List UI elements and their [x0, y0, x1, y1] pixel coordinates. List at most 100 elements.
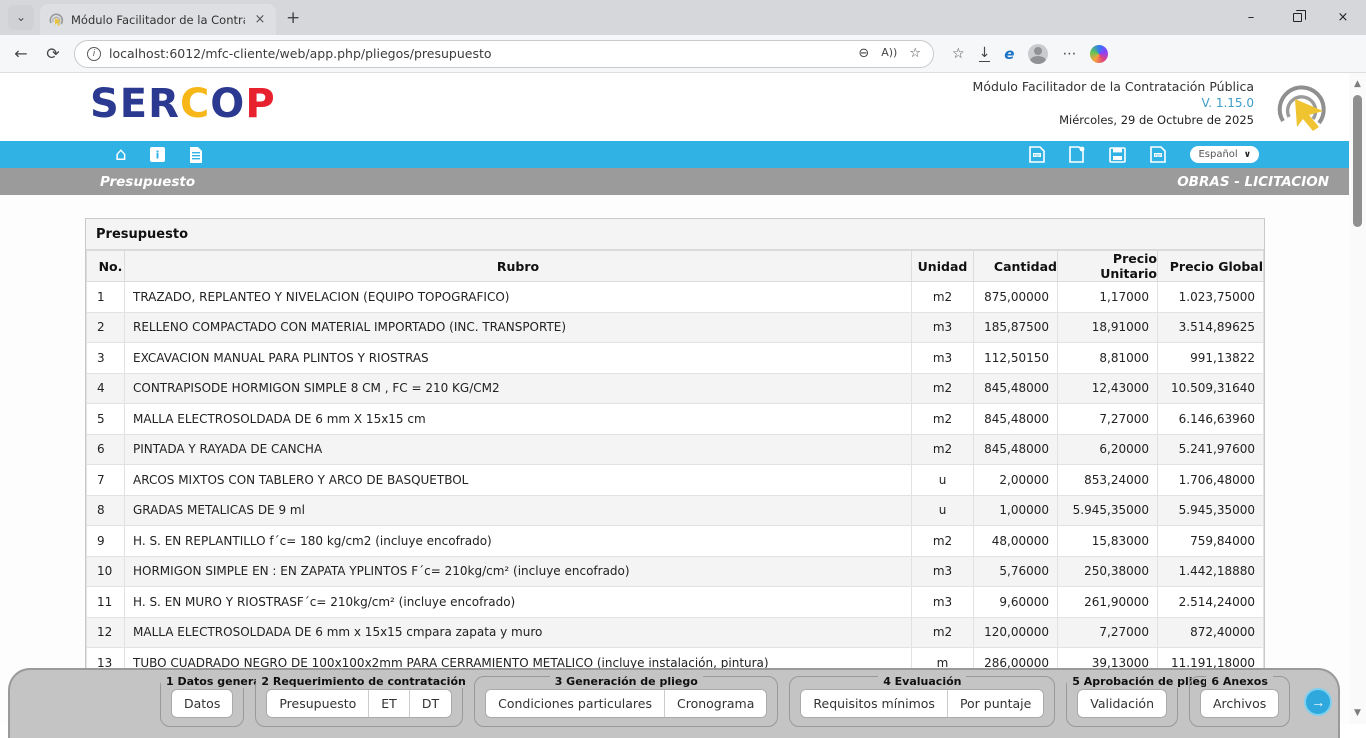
cell-no: 10	[87, 556, 125, 587]
budget-card-title: Presupuesto	[86, 219, 1264, 250]
cell-rubro: TRAZADO, REPLANTEO Y NIVELACION (EQUIPO …	[125, 282, 912, 313]
table-row: 7ARCOS MIXTOS CON TABLERO Y ARCO DE BASQ…	[87, 465, 1264, 496]
save-icon[interactable]	[1109, 147, 1126, 163]
favorite-star-icon[interactable]: ☆	[909, 46, 921, 61]
window-controls: – ×	[1228, 0, 1366, 35]
table-row: 11H. S. EN MURO Y RIOSTRASF´c= 210kg/cm²…	[87, 587, 1264, 618]
wizard-button-group: Datos	[171, 689, 233, 718]
wizard-button-por-puntaje[interactable]: Por puntaje	[947, 690, 1043, 717]
cell-rubro: RELLENO COMPACTADO CON MATERIAL IMPORTAD…	[125, 312, 912, 343]
cell-precio_global: 1.706,48000	[1158, 465, 1264, 496]
new-document-icon[interactable]	[1069, 146, 1085, 163]
cell-precio_global: 5.241,97600	[1158, 434, 1264, 465]
wizard-button-archivos[interactable]: Archivos	[1201, 690, 1278, 717]
wizard-button-condiciones-particulares[interactable]: Condiciones particulares	[486, 690, 664, 717]
wizard-section: 5 Aprobación de pliegosValidación	[1066, 676, 1178, 727]
cell-cantidad: 120,00000	[974, 617, 1058, 648]
back-icon[interactable]: ←	[10, 44, 32, 63]
budget-card: Presupuesto No. Rubro Unidad Cantidad Pr…	[85, 218, 1265, 680]
cell-precio_global: 10.509,31640	[1158, 373, 1264, 404]
cell-precio_global: 6.146,63960	[1158, 404, 1264, 435]
scroll-down-icon[interactable]: ▼	[1352, 708, 1363, 718]
app-version: V. 1.15.0	[973, 96, 1254, 110]
profile-avatar[interactable]	[1028, 44, 1048, 64]
cell-unidad: m2	[912, 373, 974, 404]
cell-precio_global: 1.023,75000	[1158, 282, 1264, 313]
cell-rubro: MALLA ELECTROSOLDADA DE 6 mm X 15x15 cm	[125, 404, 912, 435]
language-select[interactable]: Español ∨	[1190, 146, 1259, 163]
wizard-button-validaci-n[interactable]: Validación	[1078, 690, 1166, 717]
table-row: 10HORMIGON SIMPLE EN : EN ZAPATA YPLINTO…	[87, 556, 1264, 587]
cell-precio_unitario: 5.945,35000	[1058, 495, 1158, 526]
wizard-section: 6 AnexosArchivos	[1189, 676, 1290, 727]
close-window-button[interactable]: ×	[1320, 0, 1366, 35]
copilot-icon[interactable]	[1090, 45, 1108, 63]
cell-cantidad: 48,00000	[974, 526, 1058, 557]
vertical-scrollbar[interactable]: ▲ ▼	[1349, 73, 1366, 724]
home-icon[interactable]: ⌂	[115, 144, 126, 165]
wizard-section-label: 3 Generación de pliego	[475, 670, 777, 689]
cell-cantidad: 845,48000	[974, 434, 1058, 465]
browser-tab-strip: ⌄ Módulo Facilitador de la Contrata × + …	[0, 0, 1366, 35]
wizard-button-datos[interactable]: Datos	[172, 690, 232, 717]
tab-close-icon[interactable]: ×	[252, 12, 268, 27]
wizard-button-et[interactable]: ET	[368, 690, 409, 717]
favorites-list-icon[interactable]: ☆	[952, 46, 965, 62]
logo-o: O	[210, 81, 245, 127]
wizard-section: 4 EvaluaciónRequisitos mínimosPor puntaj…	[789, 676, 1055, 727]
tab-search-button[interactable]: ⌄	[8, 5, 34, 30]
cell-cantidad: 875,00000	[974, 282, 1058, 313]
wizard-button-dt[interactable]: DT	[409, 690, 451, 717]
cell-no: 2	[87, 312, 125, 343]
cell-unidad: u	[912, 465, 974, 496]
cell-rubro: EXCAVACION MANUAL PARA PLINTOS Y RIOSTRA…	[125, 343, 912, 374]
new-tab-button[interactable]: +	[286, 8, 300, 28]
cell-precio_unitario: 250,38000	[1058, 556, 1158, 587]
reload-icon[interactable]: ⟳	[42, 44, 64, 63]
info-icon[interactable]: i	[150, 147, 165, 162]
cell-no: 6	[87, 434, 125, 465]
read-aloud-icon[interactable]: A))	[881, 46, 897, 61]
document-icon[interactable]	[189, 147, 203, 163]
minimize-button[interactable]: –	[1228, 0, 1274, 35]
cell-rubro: H. S. EN MURO Y RIOSTRASF´c= 210kg/cm² (…	[125, 587, 912, 618]
wizard-button-group: Requisitos mínimosPor puntaje	[800, 689, 1044, 718]
wizard-section: 1 Datos generalesDatos	[160, 676, 244, 727]
restore-icon	[1293, 13, 1302, 22]
cell-unidad: m2	[912, 282, 974, 313]
downloads-icon[interactable]: ↓	[979, 45, 991, 62]
pdf-export-icon[interactable]: PDF	[1029, 146, 1045, 163]
section-title-bar: Presupuesto OBRAS - LICITACION	[0, 168, 1349, 195]
wizard-section-label: 6 Anexos	[1190, 670, 1289, 689]
site-info-icon[interactable]: i	[87, 47, 101, 61]
svg-text:PDF: PDF	[1034, 153, 1041, 157]
scrollbar-thumb[interactable]	[1353, 95, 1362, 227]
wizard-section: 2 Requerimiento de contrataciónPresupues…	[255, 676, 463, 727]
wizard-button-cronograma[interactable]: Cronograma	[664, 690, 766, 717]
table-row: 2RELLENO COMPACTADO CON MATERIAL IMPORTA…	[87, 312, 1264, 343]
cell-precio_global: 3.514,89625	[1158, 312, 1264, 343]
address-bar[interactable]: i localhost:6012/mfc-cliente/web/app.php…	[74, 40, 934, 68]
chevron-down-icon: ∨	[1244, 150, 1251, 160]
cell-unidad: m2	[912, 434, 974, 465]
cell-cantidad: 5,76000	[974, 556, 1058, 587]
cell-precio_global: 759,84000	[1158, 526, 1264, 557]
wizard-section: 3 Generación de pliegoCondiciones partic…	[474, 676, 778, 727]
next-step-button[interactable]: →	[1304, 688, 1332, 716]
ie-mode-icon[interactable]: e	[1004, 45, 1014, 63]
browser-tab[interactable]: Módulo Facilitador de la Contrata ×	[40, 4, 276, 35]
cell-no: 4	[87, 373, 125, 404]
wizard-section-label: 4 Evaluación	[790, 670, 1054, 689]
url-text[interactable]: localhost:6012/mfc-cliente/web/app.php/p…	[109, 46, 850, 61]
zoom-out-icon[interactable]: ⊖	[858, 46, 869, 61]
cell-rubro: GRADAS METALICAS DE 9 ml	[125, 495, 912, 526]
wizard-button-requisitos-m-nimos[interactable]: Requisitos mínimos	[801, 690, 947, 717]
wizard-button-presupuesto[interactable]: Presupuesto	[267, 690, 368, 717]
cell-unidad: m3	[912, 312, 974, 343]
scroll-up-icon[interactable]: ▲	[1352, 79, 1363, 89]
cell-no: 8	[87, 495, 125, 526]
restore-button[interactable]	[1274, 0, 1320, 35]
pdf-download-icon[interactable]: PDF	[1150, 146, 1166, 163]
settings-more-icon[interactable]: ⋯	[1062, 46, 1076, 62]
cell-cantidad: 2,00000	[974, 465, 1058, 496]
